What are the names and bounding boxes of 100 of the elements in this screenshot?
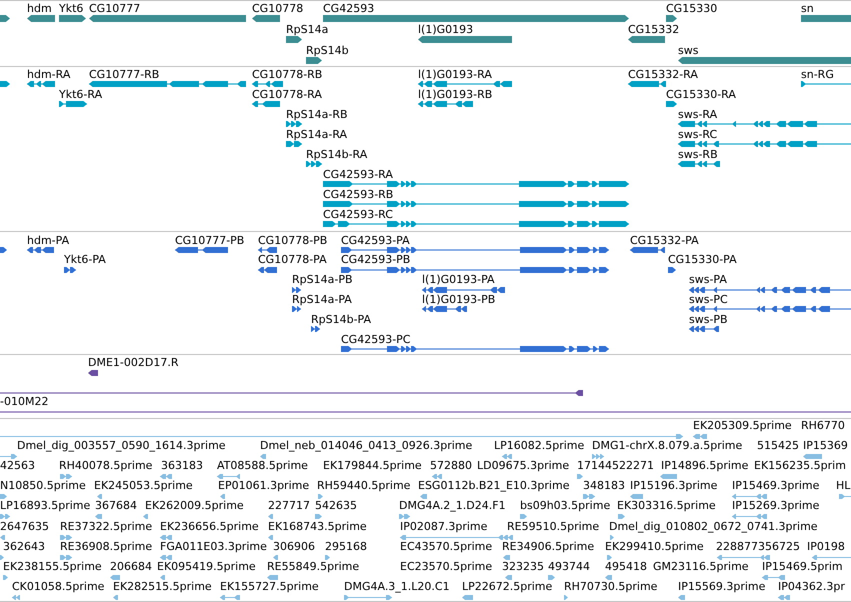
- est-bar[interactable]: [812, 554, 851, 560]
- gene-bar[interactable]: [628, 36, 665, 43]
- est-bar[interactable]: [732, 494, 767, 500]
- est-bar[interactable]: [344, 595, 392, 600]
- est-bar[interactable]: [678, 595, 685, 600]
- transcript-bar[interactable]: [323, 201, 629, 207]
- protein-bar[interactable]: [64, 266, 76, 273]
- est-bar[interactable]: [605, 574, 612, 580]
- gene-bar[interactable]: [59, 15, 86, 22]
- transcript-bar[interactable]: [666, 101, 677, 107]
- est-bar[interactable]: [420, 494, 427, 500]
- est-bar[interactable]: [839, 494, 851, 500]
- est-bar[interactable]: [143, 514, 148, 520]
- est-bar[interactable]: [583, 494, 595, 500]
- est-bar[interactable]: [268, 534, 273, 540]
- est-bar[interactable]: [0, 494, 7, 500]
- est-bar[interactable]: [267, 574, 278, 580]
- est-bar[interactable]: [268, 514, 273, 520]
- est-bar[interactable]: [803, 454, 822, 459]
- gene-bar[interactable]: [27, 15, 55, 22]
- transcript-bar[interactable]: [252, 101, 280, 107]
- protein-bar[interactable]: [175, 247, 228, 253]
- est-bar[interactable]: [732, 514, 767, 520]
- est-bar[interactable]: [778, 595, 790, 600]
- protein-bar[interactable]: [689, 286, 851, 293]
- est-bar[interactable]: [110, 574, 120, 580]
- transcript-bar[interactable]: [306, 161, 322, 167]
- transcript-bar[interactable]: [628, 81, 666, 87]
- protein-bar[interactable]: [27, 247, 54, 253]
- transcript-bar[interactable]: [89, 81, 246, 87]
- est-bar[interactable]: [610, 534, 614, 540]
- protein-bar[interactable]: [292, 286, 301, 293]
- est-bar[interactable]: [607, 554, 612, 560]
- est-bar[interactable]: [400, 534, 513, 540]
- est-bar[interactable]: [548, 574, 555, 580]
- est-bar[interactable]: [160, 534, 172, 540]
- protein-bar[interactable]: [311, 326, 320, 332]
- alignment-bar[interactable]: [88, 370, 98, 376]
- est-bar[interactable]: [630, 494, 643, 500]
- transcript-bar[interactable]: [678, 161, 720, 167]
- protein-bar[interactable]: [258, 266, 277, 273]
- est-bar[interactable]: [160, 474, 172, 479]
- transcript-bar[interactable]: [323, 181, 629, 187]
- est-bar[interactable]: [618, 514, 625, 520]
- est-bar[interactable]: [0, 534, 5, 540]
- gene-bar[interactable]: [306, 57, 322, 64]
- est-bar[interactable]: [113, 595, 118, 600]
- protein-bar[interactable]: [341, 247, 609, 253]
- gene-bar[interactable]: [286, 36, 302, 43]
- protein-bar[interactable]: [689, 326, 719, 332]
- est-bar[interactable]: [0, 454, 17, 459]
- gene-bar[interactable]: [666, 15, 677, 22]
- est-bar[interactable]: [717, 554, 770, 560]
- transcript-bar[interactable]: [0, 81, 10, 87]
- gene-bar[interactable]: [418, 36, 512, 43]
- est-bar[interactable]: [60, 474, 72, 479]
- est-bar[interactable]: [95, 514, 102, 520]
- gene-bar[interactable]: [252, 15, 280, 22]
- est-bar[interactable]: [0, 434, 683, 438]
- est-bar[interactable]: [0, 514, 10, 520]
- transcript-bar[interactable]: [27, 81, 55, 87]
- est-bar[interactable]: [60, 554, 72, 560]
- transcript-bar[interactable]: [252, 81, 283, 87]
- est-bar[interactable]: [273, 554, 278, 560]
- est-bar[interactable]: [318, 494, 323, 500]
- protein-bar[interactable]: [341, 346, 609, 352]
- gene-bar[interactable]: [0, 15, 10, 22]
- est-bar[interactable]: [97, 494, 102, 500]
- protein-bar[interactable]: [689, 306, 851, 312]
- est-bar[interactable]: [3, 574, 8, 580]
- protein-bar[interactable]: [422, 306, 467, 312]
- est-bar[interactable]: [432, 474, 442, 479]
- transcript-bar[interactable]: [418, 81, 512, 87]
- est-bar[interactable]: [220, 595, 240, 600]
- est-bar[interactable]: [217, 474, 240, 479]
- transcript-bar[interactable]: [801, 81, 851, 87]
- est-bar[interactable]: [592, 454, 604, 459]
- est-bar[interactable]: [315, 514, 322, 520]
- est-bar[interactable]: [60, 534, 72, 540]
- alignment-bar[interactable]: [0, 390, 583, 396]
- protein-bar[interactable]: [422, 286, 505, 293]
- transcript-bar[interactable]: [678, 121, 851, 127]
- est-bar[interactable]: [520, 514, 527, 520]
- transcript-bar[interactable]: [286, 141, 302, 147]
- transcript-bar[interactable]: [418, 101, 473, 107]
- protein-bar[interactable]: [292, 306, 301, 312]
- est-bar[interactable]: [502, 454, 512, 459]
- protein-bar[interactable]: [668, 266, 676, 273]
- est-bar[interactable]: [325, 554, 330, 560]
- protein-bar[interactable]: [0, 247, 7, 253]
- est-bar[interactable]: [0, 554, 4, 560]
- est-bar[interactable]: [160, 574, 165, 580]
- est-bar[interactable]: [160, 554, 172, 560]
- est-bar[interactable]: [462, 595, 473, 600]
- est-bar[interactable]: [762, 574, 785, 580]
- transcript-bar[interactable]: [678, 141, 851, 147]
- est-bar[interactable]: [12, 595, 20, 600]
- protein-bar[interactable]: [341, 266, 609, 273]
- est-bar[interactable]: [220, 494, 225, 500]
- est-bar[interactable]: [660, 474, 677, 479]
